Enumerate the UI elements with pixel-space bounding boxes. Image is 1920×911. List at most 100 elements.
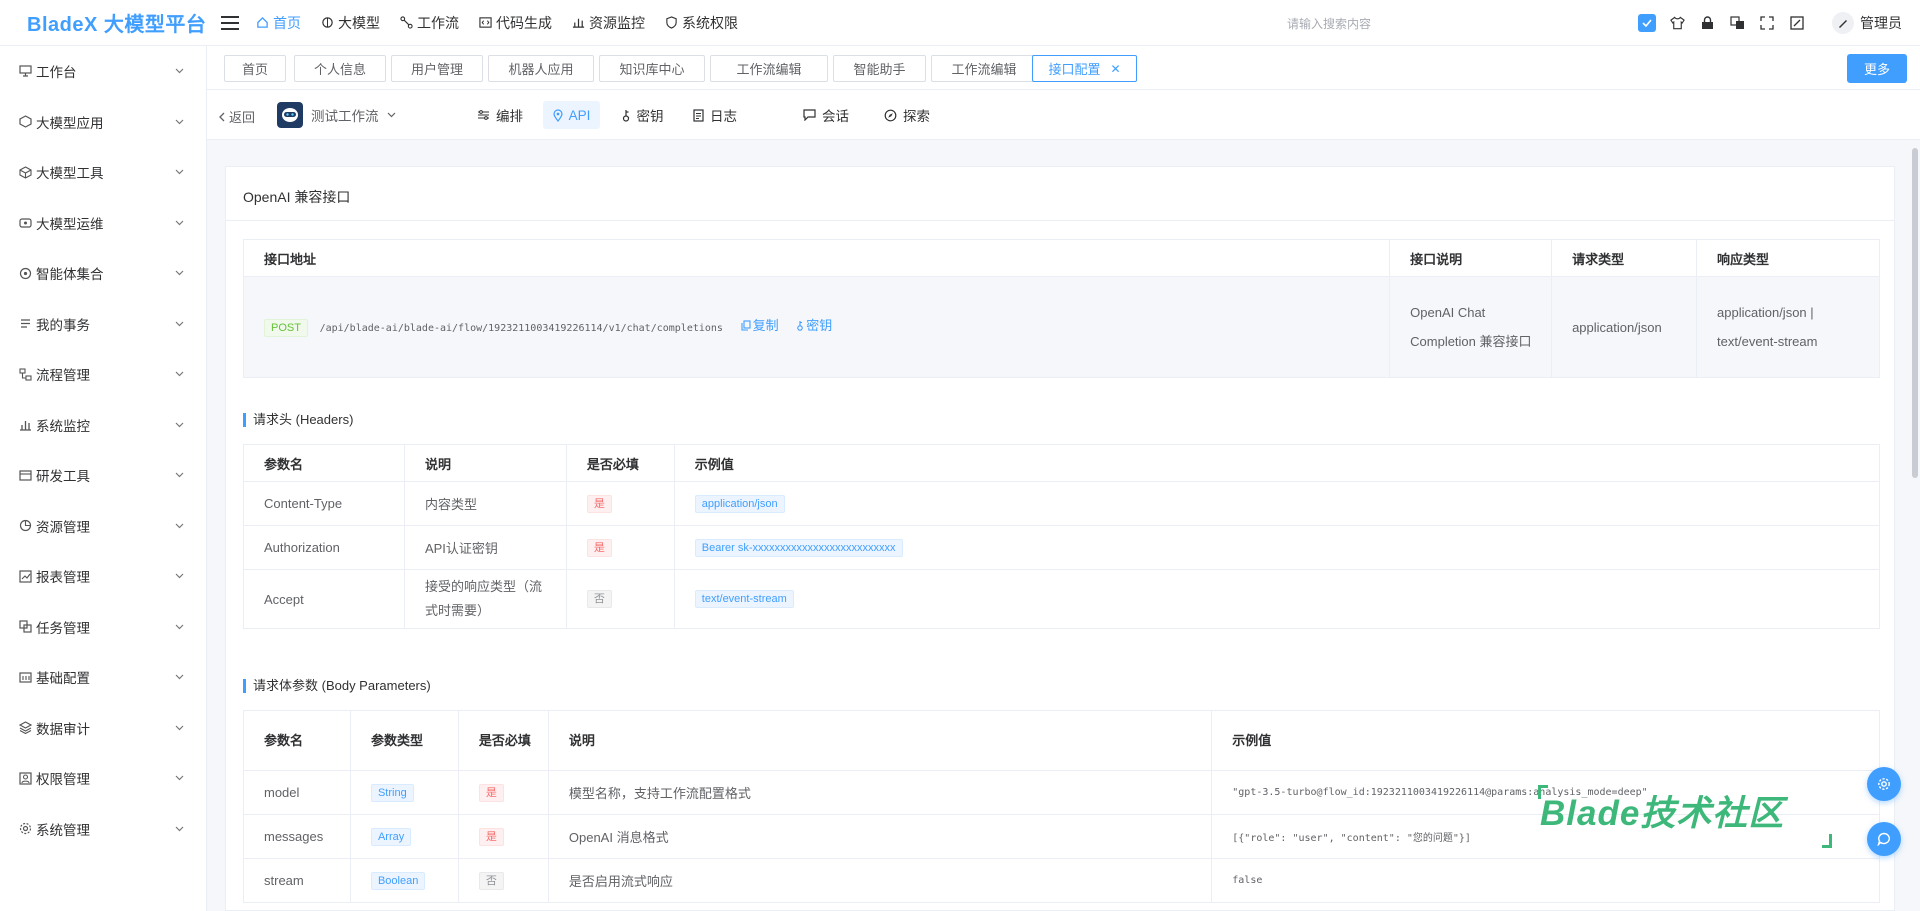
report-icon [18, 569, 32, 583]
sidebar-item-sys-monitor[interactable]: 系统监控 [0, 400, 206, 451]
sidebar-item-base-config[interactable]: 基础配置 [0, 652, 206, 703]
table-row: Accept 接受的响应类型（流式时需要） 否 text/event-strea… [243, 569, 1881, 629]
tool-icon [18, 468, 32, 482]
subtab-keys[interactable]: 密钥 [612, 101, 672, 129]
tab-user-management[interactable]: 用户管理 [391, 55, 483, 82]
lock-icon[interactable] [1698, 14, 1716, 32]
theme-icon[interactable] [1638, 14, 1656, 32]
tab-workflow-edit[interactable]: 工作流编辑 [710, 55, 828, 82]
subtab-logs[interactable]: 日志 [685, 101, 745, 129]
config-icon [18, 670, 32, 684]
copy-label: 复制 [752, 318, 779, 333]
chevron-down-icon [175, 321, 184, 327]
topnav-home[interactable]: 首页 [256, 13, 301, 33]
sidebar-item-my-tasks[interactable]: 我的事务 [0, 299, 206, 350]
topnav-codegen[interactable]: 代码生成 [479, 13, 552, 33]
sidebar-item-jobs[interactable]: 任务管理 [0, 602, 206, 653]
subtab-api[interactable]: API [543, 101, 600, 129]
back-button[interactable]: 返回 [218, 107, 255, 126]
sidebar-item-label: 任务管理 [36, 620, 90, 636]
subtab-sessions[interactable]: 会话 [796, 101, 856, 129]
scrollbar[interactable] [1912, 148, 1918, 478]
param-name: model [243, 770, 351, 815]
type-tag: Boolean [370, 871, 426, 890]
tab-profile[interactable]: 个人信息 [294, 55, 386, 82]
document-icon [693, 108, 704, 122]
sidebar-item-label: 权限管理 [36, 772, 90, 788]
endpoint-path[interactable]: /api/blade-ai/blade-ai/flow/192321100341… [320, 323, 723, 334]
settings-float-button[interactable] [1867, 767, 1901, 801]
type-tag: String [370, 783, 414, 802]
example-tag: application/json [694, 494, 785, 513]
topnav-monitor[interactable]: 资源监控 [572, 13, 645, 33]
param-name: Content-Type [243, 481, 405, 526]
sidebar-item-workbench[interactable]: 工作台 [0, 46, 206, 97]
workflow-selector[interactable]: 测试工作流 [277, 102, 396, 128]
chevron-left-icon [219, 112, 225, 121]
sidebar-item-llm-app[interactable]: 大模型应用 [0, 97, 206, 148]
permission-icon [18, 771, 32, 785]
translate-icon[interactable] [1728, 14, 1746, 32]
topnav-llm[interactable]: 大模型 [321, 13, 380, 33]
sidebar-item-process[interactable]: 流程管理 [0, 349, 206, 400]
tab-robot-app[interactable]: 机器人应用 [488, 55, 594, 82]
topnav-workflow[interactable]: 工作流 [400, 13, 459, 33]
user-menu[interactable]: 管理员 [1832, 12, 1902, 34]
column-header: 说明 [547, 710, 1213, 771]
param-desc: 模型名称，支持工作流配置格式 [547, 770, 1213, 815]
settings-icon [18, 822, 32, 836]
sidebar-item-label: 资源管理 [36, 519, 90, 535]
tab-workflow-edit-2[interactable]: 工作流编辑 [931, 55, 1037, 82]
chevron-down-icon [175, 624, 184, 630]
tab-api-config[interactable]: 接口配置 ✕ [1032, 55, 1137, 82]
required-badge: 否 [478, 871, 504, 890]
column-header: 响应类型 [1696, 239, 1880, 277]
chevron-down-icon [175, 119, 184, 125]
avatar [1832, 12, 1854, 34]
skin-icon[interactable] [1668, 14, 1686, 32]
sidebar-item-reports[interactable]: 报表管理 [0, 551, 206, 602]
tab-assistant[interactable]: 智能助手 [833, 55, 926, 82]
sidebar-item-permission[interactable]: 权限管理 [0, 753, 206, 804]
copy-icon [741, 320, 751, 331]
topnav-permission[interactable]: 系统权限 [665, 13, 738, 33]
menu-toggle-icon[interactable] [210, 15, 250, 30]
sliders-icon [478, 110, 489, 120]
agent-icon [18, 266, 32, 280]
top-nav: 首页 大模型 工作流 代码生成 资源监控 系统权限 [256, 13, 738, 33]
sidebar-item-label: 工作台 [36, 65, 77, 81]
sidebar-item-llm-tool[interactable]: 大模型工具 [0, 147, 206, 198]
fullscreen-icon[interactable] [1758, 14, 1776, 32]
sidebar-item-label: 基础配置 [36, 671, 90, 687]
brand-logo[interactable]: BladeX 大模型平台 [0, 8, 210, 37]
subtab-explore[interactable]: 探索 [877, 101, 937, 129]
example-cell: application/json [673, 481, 1881, 526]
param-desc: 是否启用流式响应 [547, 858, 1213, 903]
tab-knowledge-base[interactable]: 知识库中心 [599, 55, 705, 82]
shield-icon [666, 16, 677, 29]
more-button[interactable]: 更多 [1847, 54, 1907, 83]
screenshot-icon[interactable] [1788, 14, 1806, 32]
copy-button[interactable]: 复制 [741, 311, 779, 340]
compass-icon [884, 109, 897, 121]
box-icon [18, 165, 32, 179]
search-input[interactable]: 请输入搜索内容 [1287, 15, 1371, 32]
required-badge: 否 [586, 590, 612, 608]
tab-home[interactable]: 首页 [224, 55, 286, 82]
table-row: POST /api/blade-ai/blade-ai/flow/1923211… [242, 276, 1880, 378]
subtab-orchestrate[interactable]: 编排 [470, 101, 530, 129]
sidebar-item-agents[interactable]: 智能体集合 [0, 248, 206, 299]
watermark-text: Blade技术社区 [1540, 794, 1785, 833]
sidebar: 工作台 大模型应用 大模型工具 大模型运维 智能体集合 我的事务 流程管理 系统… [0, 46, 207, 911]
column-header: 接口说明 [1389, 239, 1553, 277]
sidebar-item-resources[interactable]: 资源管理 [0, 501, 206, 552]
param-desc: 内容类型 [403, 481, 567, 526]
sidebar-item-llm-ops[interactable]: 大模型运维 [0, 198, 206, 249]
sidebar-item-system[interactable]: 系统管理 [0, 804, 206, 855]
close-icon[interactable]: ✕ [1110, 62, 1120, 76]
sidebar-item-dev-tools[interactable]: 研发工具 [0, 450, 206, 501]
sidebar-item-audit[interactable]: 数据审计 [0, 703, 206, 754]
chat-float-button[interactable] [1867, 822, 1901, 856]
key-link[interactable]: 密钥 [796, 311, 832, 340]
topnav-label: 系统权限 [682, 14, 738, 31]
